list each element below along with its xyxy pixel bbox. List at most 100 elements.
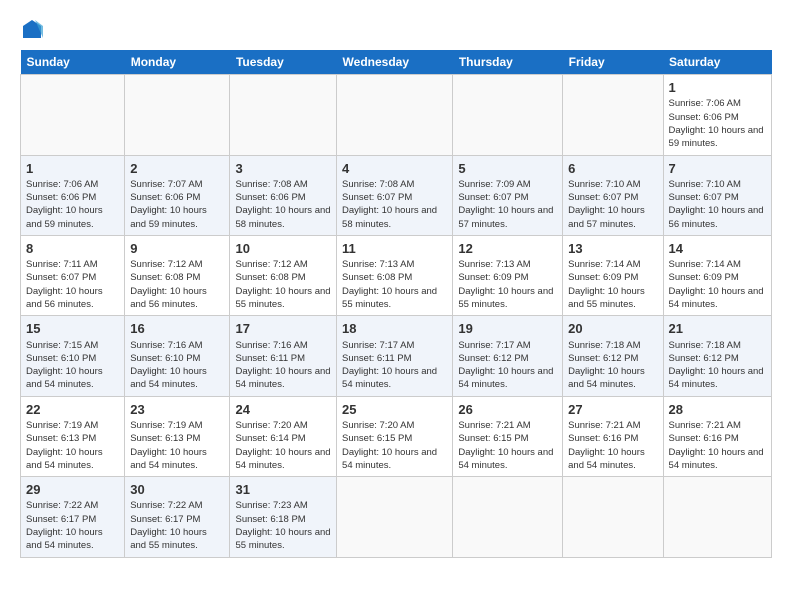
sunrise-info: Sunrise: 7:21 AM xyxy=(568,420,640,431)
daylight-info: Daylight: 10 hours and 54 minutes. xyxy=(26,366,103,390)
calendar-cell: 31Sunrise: 7:23 AMSunset: 6:18 PMDayligh… xyxy=(230,477,337,557)
day-number: 16 xyxy=(130,320,224,338)
sunrise-info: Sunrise: 7:12 AM xyxy=(235,259,307,270)
daylight-info: Daylight: 10 hours and 54 minutes. xyxy=(26,447,103,471)
daylight-info: Daylight: 10 hours and 55 minutes. xyxy=(235,527,330,551)
sunrise-info: Sunrise: 7:07 AM xyxy=(130,179,202,190)
day-number: 19 xyxy=(458,320,557,338)
day-number: 26 xyxy=(458,401,557,419)
daylight-info: Daylight: 10 hours and 54 minutes. xyxy=(568,366,645,390)
sunset-info: Sunset: 6:14 PM xyxy=(235,433,305,444)
calendar-row: 1Sunrise: 7:06 AMSunset: 6:06 PMDaylight… xyxy=(21,155,772,235)
day-number: 15 xyxy=(26,320,119,338)
day-number: 10 xyxy=(235,240,331,258)
calendar-cell: 14Sunrise: 7:14 AMSunset: 6:09 PMDayligh… xyxy=(663,236,771,316)
calendar-cell xyxy=(453,477,563,557)
calendar-table: Sunday Monday Tuesday Wednesday Thursday… xyxy=(20,50,772,557)
sunrise-info: Sunrise: 7:10 AM xyxy=(669,179,741,190)
calendar-cell: 18Sunrise: 7:17 AMSunset: 6:11 PMDayligh… xyxy=(337,316,453,396)
sunset-info: Sunset: 6:12 PM xyxy=(669,353,739,364)
calendar-cell: 23Sunrise: 7:19 AMSunset: 6:13 PMDayligh… xyxy=(125,396,230,476)
sunset-info: Sunset: 6:07 PM xyxy=(458,192,528,203)
sunrise-info: Sunrise: 7:20 AM xyxy=(235,420,307,431)
sunrise-info: Sunrise: 7:19 AM xyxy=(26,420,98,431)
daylight-info: Daylight: 10 hours and 55 minutes. xyxy=(568,286,645,310)
sunset-info: Sunset: 6:11 PM xyxy=(235,353,305,364)
calendar-cell: 4Sunrise: 7:08 AMSunset: 6:07 PMDaylight… xyxy=(337,155,453,235)
calendar-cell: 21Sunrise: 7:18 AMSunset: 6:12 PMDayligh… xyxy=(663,316,771,396)
sunset-info: Sunset: 6:12 PM xyxy=(568,353,638,364)
daylight-info: Daylight: 10 hours and 54 minutes. xyxy=(568,447,645,471)
daylight-info: Daylight: 10 hours and 54 minutes. xyxy=(235,447,330,471)
col-wednesday: Wednesday xyxy=(337,50,453,75)
sunset-info: Sunset: 6:17 PM xyxy=(26,514,96,525)
sunset-info: Sunset: 6:09 PM xyxy=(568,272,638,283)
calendar-cell: 15Sunrise: 7:15 AMSunset: 6:10 PMDayligh… xyxy=(21,316,125,396)
sunrise-info: Sunrise: 7:08 AM xyxy=(342,179,414,190)
page: Sunday Monday Tuesday Wednesday Thursday… xyxy=(0,0,792,568)
calendar-cell: 25Sunrise: 7:20 AMSunset: 6:15 PMDayligh… xyxy=(337,396,453,476)
sunset-info: Sunset: 6:13 PM xyxy=(26,433,96,444)
sunset-info: Sunset: 6:07 PM xyxy=(342,192,412,203)
sunset-info: Sunset: 6:09 PM xyxy=(669,272,739,283)
sunrise-info: Sunrise: 7:21 AM xyxy=(458,420,530,431)
sunrise-info: Sunrise: 7:06 AM xyxy=(26,179,98,190)
daylight-info: Daylight: 10 hours and 54 minutes. xyxy=(669,286,764,310)
calendar-cell xyxy=(663,477,771,557)
sunset-info: Sunset: 6:07 PM xyxy=(568,192,638,203)
day-number: 12 xyxy=(458,240,557,258)
day-number: 23 xyxy=(130,401,224,419)
sunrise-info: Sunrise: 7:16 AM xyxy=(130,340,202,351)
sunrise-info: Sunrise: 7:18 AM xyxy=(669,340,741,351)
calendar-cell: 6Sunrise: 7:10 AMSunset: 6:07 PMDaylight… xyxy=(563,155,663,235)
calendar-cell: 1Sunrise: 7:06 AMSunset: 6:06 PMDaylight… xyxy=(663,75,771,155)
day-number: 4 xyxy=(342,160,447,178)
calendar-cell: 28Sunrise: 7:21 AMSunset: 6:16 PMDayligh… xyxy=(663,396,771,476)
daylight-info: Daylight: 10 hours and 59 minutes. xyxy=(669,125,764,149)
sunrise-info: Sunrise: 7:12 AM xyxy=(130,259,202,270)
calendar-cell: 24Sunrise: 7:20 AMSunset: 6:14 PMDayligh… xyxy=(230,396,337,476)
sunset-info: Sunset: 6:06 PM xyxy=(130,192,200,203)
daylight-info: Daylight: 10 hours and 54 minutes. xyxy=(130,366,207,390)
logo xyxy=(20,18,44,40)
sunset-info: Sunset: 6:15 PM xyxy=(342,433,412,444)
sunset-info: Sunset: 6:10 PM xyxy=(26,353,96,364)
daylight-info: Daylight: 10 hours and 55 minutes. xyxy=(130,527,207,551)
calendar-cell xyxy=(337,477,453,557)
calendar-cell xyxy=(230,75,337,155)
logo-icon xyxy=(21,18,43,40)
sunrise-info: Sunrise: 7:11 AM xyxy=(26,259,98,270)
sunset-info: Sunset: 6:07 PM xyxy=(26,272,96,283)
calendar-cell: 9Sunrise: 7:12 AMSunset: 6:08 PMDaylight… xyxy=(125,236,230,316)
day-number: 20 xyxy=(568,320,657,338)
sunset-info: Sunset: 6:15 PM xyxy=(458,433,528,444)
daylight-info: Daylight: 10 hours and 55 minutes. xyxy=(342,286,437,310)
day-number: 14 xyxy=(669,240,766,258)
calendar-cell: 8Sunrise: 7:11 AMSunset: 6:07 PMDaylight… xyxy=(21,236,125,316)
sunset-info: Sunset: 6:06 PM xyxy=(235,192,305,203)
calendar-header-row: Sunday Monday Tuesday Wednesday Thursday… xyxy=(21,50,772,75)
calendar-cell xyxy=(563,75,663,155)
day-number: 3 xyxy=(235,160,331,178)
sunrise-info: Sunrise: 7:13 AM xyxy=(342,259,414,270)
sunrise-info: Sunrise: 7:22 AM xyxy=(130,500,202,511)
col-friday: Friday xyxy=(563,50,663,75)
sunset-info: Sunset: 6:17 PM xyxy=(130,514,200,525)
sunset-info: Sunset: 6:07 PM xyxy=(669,192,739,203)
daylight-info: Daylight: 10 hours and 58 minutes. xyxy=(235,205,330,229)
daylight-info: Daylight: 10 hours and 54 minutes. xyxy=(130,447,207,471)
day-number: 9 xyxy=(130,240,224,258)
sunset-info: Sunset: 6:13 PM xyxy=(130,433,200,444)
calendar-row: 29Sunrise: 7:22 AMSunset: 6:17 PMDayligh… xyxy=(21,477,772,557)
daylight-info: Daylight: 10 hours and 54 minutes. xyxy=(669,366,764,390)
calendar-cell: 27Sunrise: 7:21 AMSunset: 6:16 PMDayligh… xyxy=(563,396,663,476)
sunset-info: Sunset: 6:08 PM xyxy=(130,272,200,283)
sunrise-info: Sunrise: 7:08 AM xyxy=(235,179,307,190)
sunrise-info: Sunrise: 7:16 AM xyxy=(235,340,307,351)
sunset-info: Sunset: 6:08 PM xyxy=(235,272,305,283)
day-number: 28 xyxy=(669,401,766,419)
sunset-info: Sunset: 6:09 PM xyxy=(458,272,528,283)
sunrise-info: Sunrise: 7:13 AM xyxy=(458,259,530,270)
calendar-cell xyxy=(337,75,453,155)
col-tuesday: Tuesday xyxy=(230,50,337,75)
